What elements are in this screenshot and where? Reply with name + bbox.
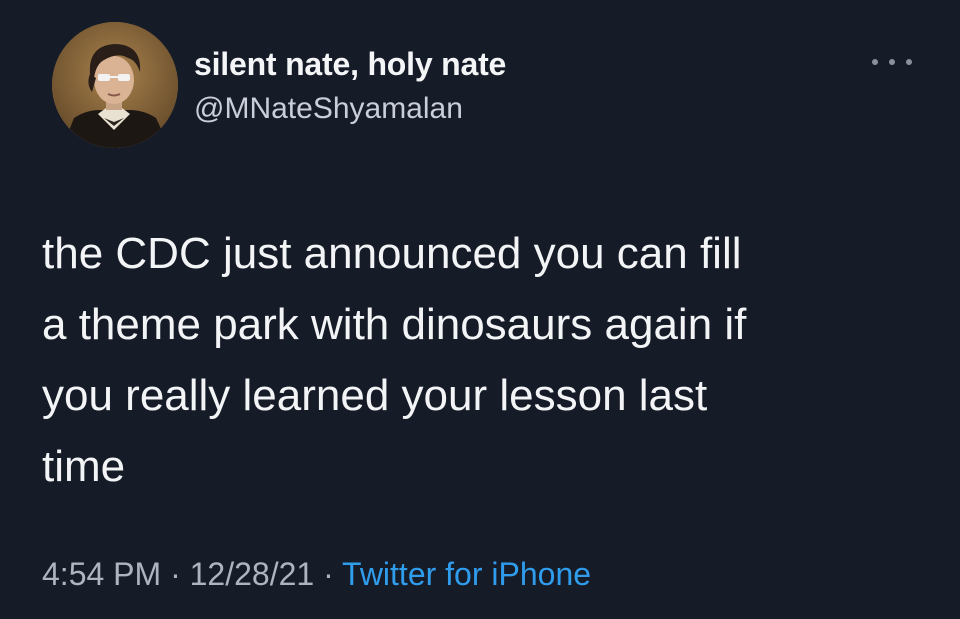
dot: [872, 59, 878, 65]
more-options-icon[interactable]: [872, 52, 912, 72]
author-handle[interactable]: @MNateShyamalan: [194, 92, 463, 126]
tweet-time[interactable]: 4:54 PM: [42, 556, 161, 592]
tweet-date[interactable]: 12/28/21: [190, 556, 315, 592]
meta-separator: ·: [170, 556, 181, 592]
dot: [889, 59, 895, 65]
tweet-text: the CDC just announced you can fill a th…: [42, 229, 747, 491]
tweet-source-link[interactable]: Twitter for iPhone: [342, 556, 591, 592]
portrait-avatar-icon: [52, 22, 178, 148]
avatar[interactable]: [52, 22, 178, 148]
author-display-name[interactable]: silent nate, holy nate: [194, 46, 506, 83]
tweet-meta: 4:54 PM · 12/28/21 · Twitter for iPhone: [42, 556, 591, 593]
meta-separator: ·: [323, 556, 334, 592]
dot: [906, 59, 912, 65]
tweet-card: silent nate, holy nate @MNateShyamalan t…: [0, 0, 960, 619]
